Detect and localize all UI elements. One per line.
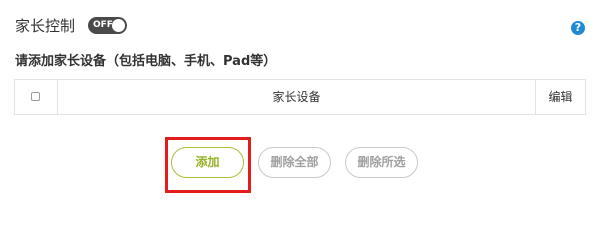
table-header-device: 家长设备 <box>58 80 536 114</box>
toggle-state-label: OFF <box>93 20 113 30</box>
toggle-knob <box>112 19 125 32</box>
page-title: 家长控制 <box>15 17 76 35</box>
parental-control-panel: 家长控制 OFF ? 请添加家长设备（包括电脑、手机、Pad等） 家长设备 编辑… <box>0 0 600 202</box>
table-header-edit: 编辑 <box>548 90 573 104</box>
delete-selected-button[interactable]: 删除所选 <box>345 147 418 178</box>
add-button[interactable]: 添加 <box>171 147 244 178</box>
section-title: 请添加家长设备（包括电脑、手机、Pad等） <box>15 54 277 69</box>
parental-control-toggle[interactable]: OFF <box>88 17 127 34</box>
select-all-checkbox[interactable] <box>31 92 40 101</box>
table-header-select-cell <box>15 80 58 114</box>
delete-all-button[interactable]: 删除全部 <box>258 147 331 178</box>
help-icon[interactable]: ? <box>571 21 585 35</box>
parent-device-table: 家长设备 编辑 <box>14 79 586 115</box>
